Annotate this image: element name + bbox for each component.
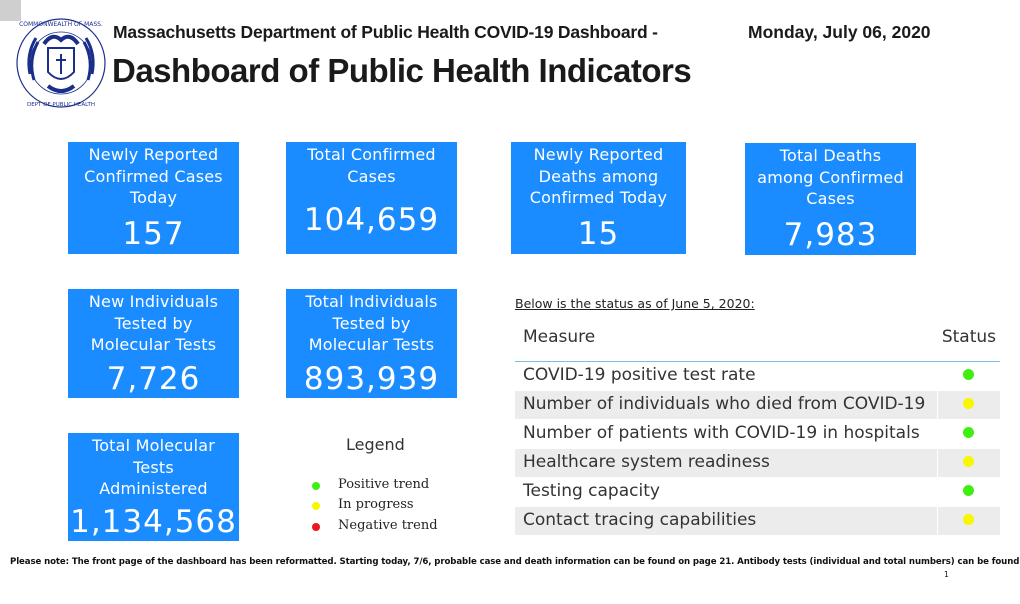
status-caption: Below is the status as of June 5, 2020: — [515, 296, 755, 311]
measure-name: Number of patients with COVID-19 in hosp… — [523, 423, 920, 443]
tile-value: 7,726 — [106, 361, 201, 397]
report-date: Monday, July 06, 2020 — [748, 22, 931, 42]
tile-value: 7,983 — [783, 217, 878, 253]
page-title: Dashboard of Public Health Indicators — [112, 52, 692, 89]
column-header-status: Status — [941, 327, 996, 347]
tile-label: Total Confirmed Cases — [307, 145, 436, 186]
green-dot-icon — [963, 369, 974, 380]
yellow-dot-icon — [963, 456, 974, 467]
table-header: Measure Status — [515, 320, 1000, 362]
tile-value: 15 — [577, 216, 620, 252]
svg-text:DEPT OF PUBLIC HEALTH: DEPT OF PUBLIC HEALTH — [27, 102, 95, 108]
table-row: Number of individuals who died from COVI… — [515, 391, 1000, 420]
green-dot-icon — [963, 485, 974, 496]
table-row: Contact tracing capabilities — [515, 507, 1000, 536]
tile-total-confirmed-cases: Total Confirmed Cases 104,659 — [286, 142, 457, 254]
dph-seal-logo: COMMONWEALTH OF MASS. DEPT OF PUBLIC HEA… — [16, 18, 106, 108]
status-cell — [937, 420, 1000, 448]
tile-label: Newly Reported Deaths among Confirmed To… — [529, 145, 668, 207]
yellow-dot-icon — [963, 398, 974, 409]
measure-name: Testing capacity — [523, 481, 660, 501]
yellow-dot-icon — [963, 514, 974, 525]
measure-name: Healthcare system readiness — [523, 452, 770, 472]
dashboard-subtitle: Massachusetts Department of Public Healt… — [113, 22, 658, 42]
tile-value: 157 — [122, 216, 185, 252]
footnote: Please note: The front page of the dashb… — [10, 557, 1020, 567]
yellow-dot-icon — [312, 502, 320, 510]
tile-value: 1,134,568 — [70, 504, 237, 540]
measure-name: COVID-19 positive test rate — [523, 365, 756, 385]
green-dot-icon — [312, 482, 320, 490]
tile-label: Total Molecular Tests Administered — [91, 436, 216, 498]
tile-value: 104,659 — [303, 202, 440, 238]
table-row: Healthcare system readiness — [515, 449, 1000, 478]
page-number: 1 — [944, 570, 949, 579]
tile-total-deaths: Total Deaths among Confirmed Cases 7,983 — [745, 143, 916, 255]
status-cell — [937, 391, 1000, 419]
status-cell — [937, 478, 1000, 506]
status-table: Measure Status COVID-19 positive test ra… — [515, 320, 1000, 536]
legend-title: Legend — [346, 435, 405, 454]
tile-total-individuals-tested: Total Individuals Tested by Molecular Te… — [286, 289, 457, 398]
status-cell — [937, 507, 1000, 535]
legend-label: In progress — [338, 497, 414, 512]
tile-new-confirmed-cases: Newly Reported Confirmed Cases Today 157 — [68, 142, 239, 254]
tile-value: 893,939 — [303, 361, 440, 397]
measure-name: Number of individuals who died from COVI… — [523, 394, 926, 414]
legend-label: Negative trend — [338, 518, 438, 533]
table-row: Number of patients with COVID-19 in hosp… — [515, 420, 1000, 449]
measure-name: Contact tracing capabilities — [523, 510, 757, 530]
tile-label: Total Deaths among Confirmed Cases — [757, 146, 904, 208]
tile-label: New Individuals Tested by Molecular Test… — [88, 292, 219, 354]
status-cell — [937, 362, 1000, 390]
legend-label: Positive trend — [338, 477, 430, 492]
table-row: Testing capacity — [515, 478, 1000, 507]
tile-new-individuals-tested: New Individuals Tested by Molecular Test… — [68, 289, 239, 398]
tile-label: Total Individuals Tested by Molecular Te… — [305, 292, 438, 354]
red-dot-icon — [312, 523, 320, 531]
svg-text:COMMONWEALTH OF MASS.: COMMONWEALTH OF MASS. — [19, 21, 103, 28]
tile-label: Newly Reported Confirmed Cases Today — [84, 145, 223, 207]
tile-total-molecular-tests: Total Molecular Tests Administered 1,134… — [68, 433, 239, 541]
column-header-measure: Measure — [523, 327, 596, 347]
tile-new-deaths: Newly Reported Deaths among Confirmed To… — [511, 142, 686, 254]
green-dot-icon — [963, 427, 974, 438]
status-cell — [937, 449, 1000, 477]
table-row: COVID-19 positive test rate — [515, 362, 1000, 391]
